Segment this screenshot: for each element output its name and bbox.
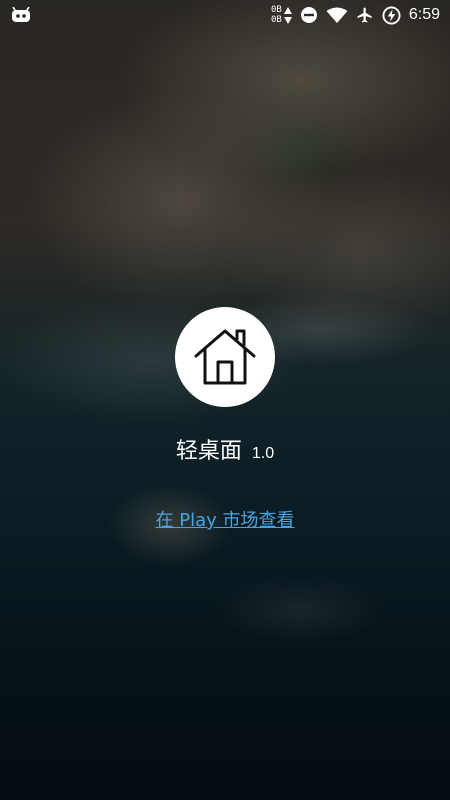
status-bar-right: 0B 0B 6:59 xyxy=(271,5,440,25)
app-name: 轻桌面 xyxy=(175,439,242,464)
upload-arrow-icon xyxy=(283,6,292,14)
app-icon xyxy=(175,307,275,407)
airplane-icon xyxy=(356,6,374,24)
app-title-row: 轻桌面 1.0 xyxy=(0,433,450,465)
battery-charging-icon xyxy=(382,5,401,25)
download-rate: 0B xyxy=(271,15,282,25)
wifi-icon xyxy=(326,7,348,24)
home-icon xyxy=(192,327,258,387)
status-bar-left xyxy=(10,7,32,23)
android-robot-icon xyxy=(10,7,32,23)
upload-rate: 0B xyxy=(271,5,282,15)
status-bar: 0B 0B 6:59 xyxy=(0,0,450,30)
play-store-link[interactable]: 在 Play 市场查看 xyxy=(0,506,450,532)
network-speed-indicator: 0B 0B xyxy=(271,5,292,25)
download-arrow-icon xyxy=(283,16,292,24)
do-not-disturb-icon xyxy=(300,6,318,24)
app-version: 1.0 xyxy=(251,445,275,462)
status-clock: 6:59 xyxy=(408,6,440,23)
about-screen: 0B 0B 6:59 轻桌面 1.0 在 Play 市场查看 xyxy=(0,0,450,800)
